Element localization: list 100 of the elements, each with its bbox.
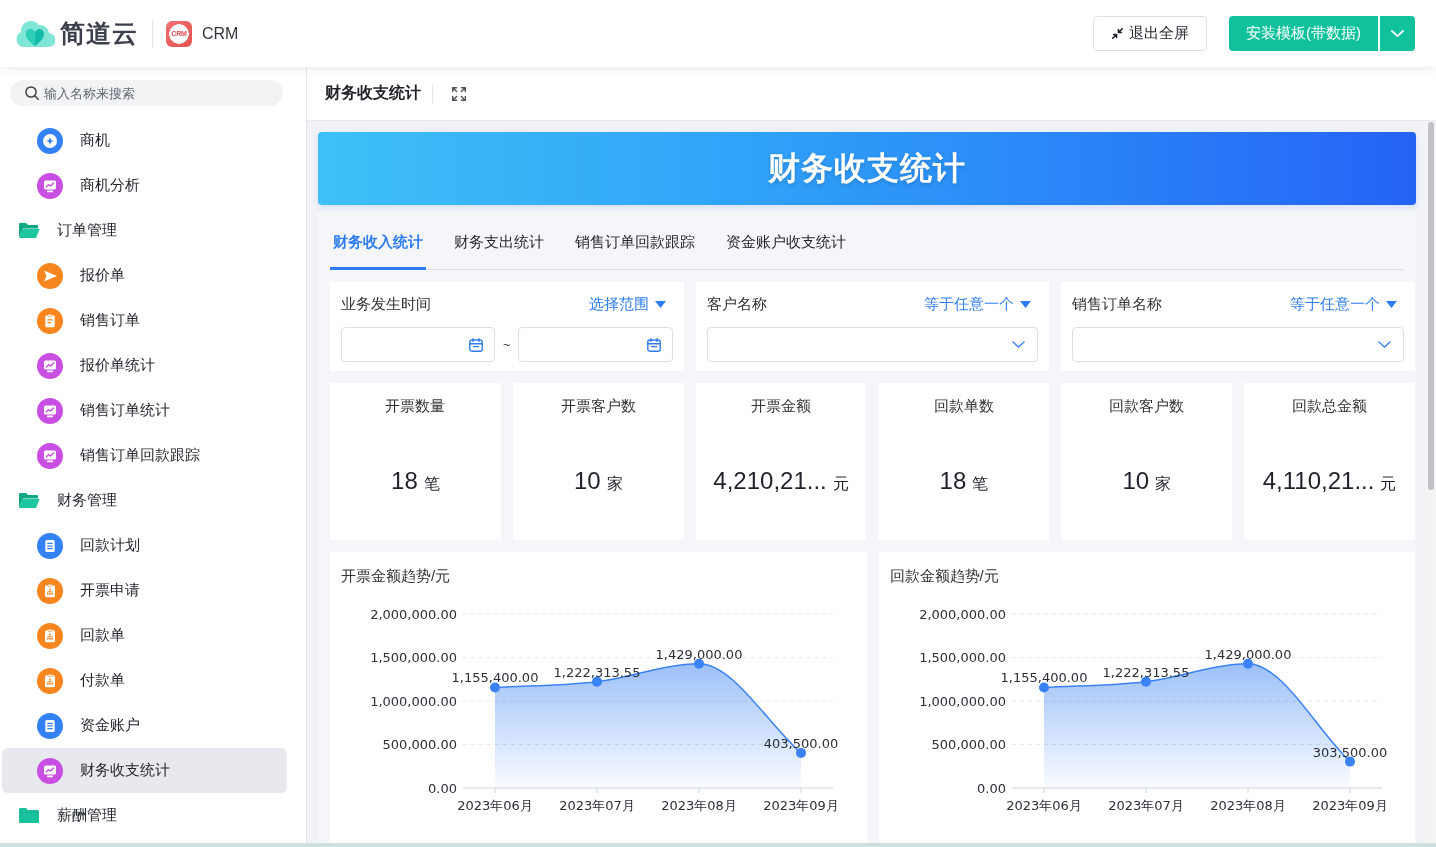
filter-label: 销售订单名称 [1072,294,1163,314]
filter-label: 业务发生时间 [341,294,431,314]
date-input[interactable] [518,327,673,362]
stat-unit: 笔 [972,474,989,494]
chart-title: 开票金额趋势/元 [340,566,452,586]
axis-label: 0.00 [976,780,1006,796]
axis-label: 1,500,000.00 [918,650,1006,665]
filter-label: 客户名称 [706,294,767,314]
scrollbar-thumb[interactable] [1428,122,1434,490]
axis-label: 2023年09月 [1311,798,1388,813]
chevron-down-icon [1378,341,1391,348]
data-point [1140,676,1151,687]
chart-title: 回款金额趋势/元 [888,566,1000,586]
select-field[interactable] [706,327,1039,362]
select-field[interactable] [1072,327,1404,362]
tab[interactable]: 财务支出统计 [451,224,547,270]
date-input[interactable] [341,327,496,362]
data-point [1242,658,1253,669]
sidebar-item[interactable]: 财务收支统计 [2,748,287,793]
stat-unit: 元 [1380,474,1397,494]
stat-label: 回款客户数 [1109,396,1185,416]
axis-label: 2023年09月 [763,798,839,813]
axis-label: 2023年06月 [1005,798,1082,813]
sidebar-item[interactable]: 付款单 [2,658,287,703]
filter-mode-dropdown[interactable]: 等于任意一个 [924,294,1032,314]
data-label: 1,222,313.55 [553,664,641,680]
stat-label: 回款单数 [933,396,994,416]
sidebar-item[interactable]: 报价单统计 [2,343,287,388]
calendar-icon [469,337,484,352]
chevron-down-icon [1012,341,1026,348]
stat-value: 18 [391,467,418,495]
sidebar-item[interactable]: 商机 [2,118,287,163]
search-icon [25,86,39,100]
page-title: 财务收支统计 [325,83,421,103]
exit-fullscreen-button[interactable]: 退出全屏 [1093,16,1207,51]
axis-label: 1,500,000.00 [370,650,457,665]
stat-value: 10 [1122,467,1150,495]
stat-unit: 家 [606,474,623,494]
fullscreen-icon[interactable] [452,86,466,101]
sidebar-item[interactable]: 商机分析 [2,163,287,208]
search-field[interactable]: 输入名称来搜索 [10,80,283,106]
sidebar-item[interactable]: 开票申请 [2,568,287,613]
caret-icon [654,300,666,308]
axis-label: 1,000,000.00 [370,693,457,709]
data-point [490,682,500,693]
caret-icon [1386,300,1397,308]
axis-label: 2023年06月 [457,798,533,813]
axis-label: 1,000,000.00 [918,693,1006,709]
axis-label: 2023年07月 [1107,798,1184,813]
data-label: 1,155,400.00 [451,670,539,686]
stat-label: 开票客户数 [560,396,636,416]
logo-text: 简道云 [60,18,138,49]
logo-icon [15,19,55,48]
sidebar-item[interactable]: 回款计划 [2,523,287,568]
tab[interactable]: 财务收入统计 [330,224,426,270]
axis-label: 500,000.00 [931,737,1006,752]
axis-label: 2023年07月 [559,798,635,813]
sidebar-folder[interactable]: 薪酬管理 [2,793,287,838]
stat-unit: 笔 [423,474,440,494]
sidebar-item[interactable]: 回款单 [2,613,287,658]
axis-label: 2023年08月 [661,798,737,813]
tab[interactable]: 资金账户收支统计 [723,224,849,270]
sidebar-folder[interactable]: 订单管理 [2,208,287,253]
dropdown-button[interactable] [1380,16,1415,51]
filter-mode-dropdown[interactable]: 等于任意一个 [1290,294,1397,314]
data-label: 1,222,313.55 [1102,664,1189,680]
stat-unit: 元 [832,474,849,494]
sidebar-item[interactable]: 资金账户 [2,703,287,748]
stat-label: 回款总金额 [1292,396,1368,416]
axis-label: 2,000,000.00 [370,606,457,622]
minimize-icon [1112,28,1123,39]
banner-title: 财务收支统计 [768,148,966,188]
range-separator: ~ [502,337,512,352]
stat-value: 4,110,21... [1262,467,1375,495]
chevron-down-icon [1391,30,1404,37]
app-name: CRM [202,24,239,43]
data-point [592,676,602,687]
data-point [694,658,704,669]
stat-label: 开票金额 [751,396,812,416]
sidebar-item[interactable]: 销售订单回款跟踪 [2,433,287,478]
data-label: 1,155,400.00 [1000,670,1087,686]
axis-label: 2,000,000.00 [918,606,1006,622]
filter-mode-dropdown[interactable]: 选择范围 [588,294,666,314]
caret-icon [1020,300,1032,308]
stat-value: 10 [573,467,601,495]
stat-unit: 家 [1155,474,1172,494]
sidebar-item[interactable]: 报价单 [2,253,287,298]
stat-value: 4,210,21... [713,467,827,495]
stat-value: 18 [939,467,967,495]
axis-label: 0.00 [428,780,457,796]
sidebar-item[interactable]: 销售订单统计 [2,388,287,433]
stat-label: 开票数量 [385,396,446,416]
tab[interactable]: 销售订单回款跟踪 [572,224,698,270]
data-point [1038,682,1049,693]
data-label: 1,429,000.00 [655,646,743,662]
data-label: 1,429,000.00 [1204,646,1291,662]
axis-label: 500,000.00 [382,737,457,752]
sidebar-folder[interactable]: 财务管理 [2,478,287,523]
sidebar-item[interactable]: 销售订单 [2,298,287,343]
calendar-icon [646,337,661,352]
